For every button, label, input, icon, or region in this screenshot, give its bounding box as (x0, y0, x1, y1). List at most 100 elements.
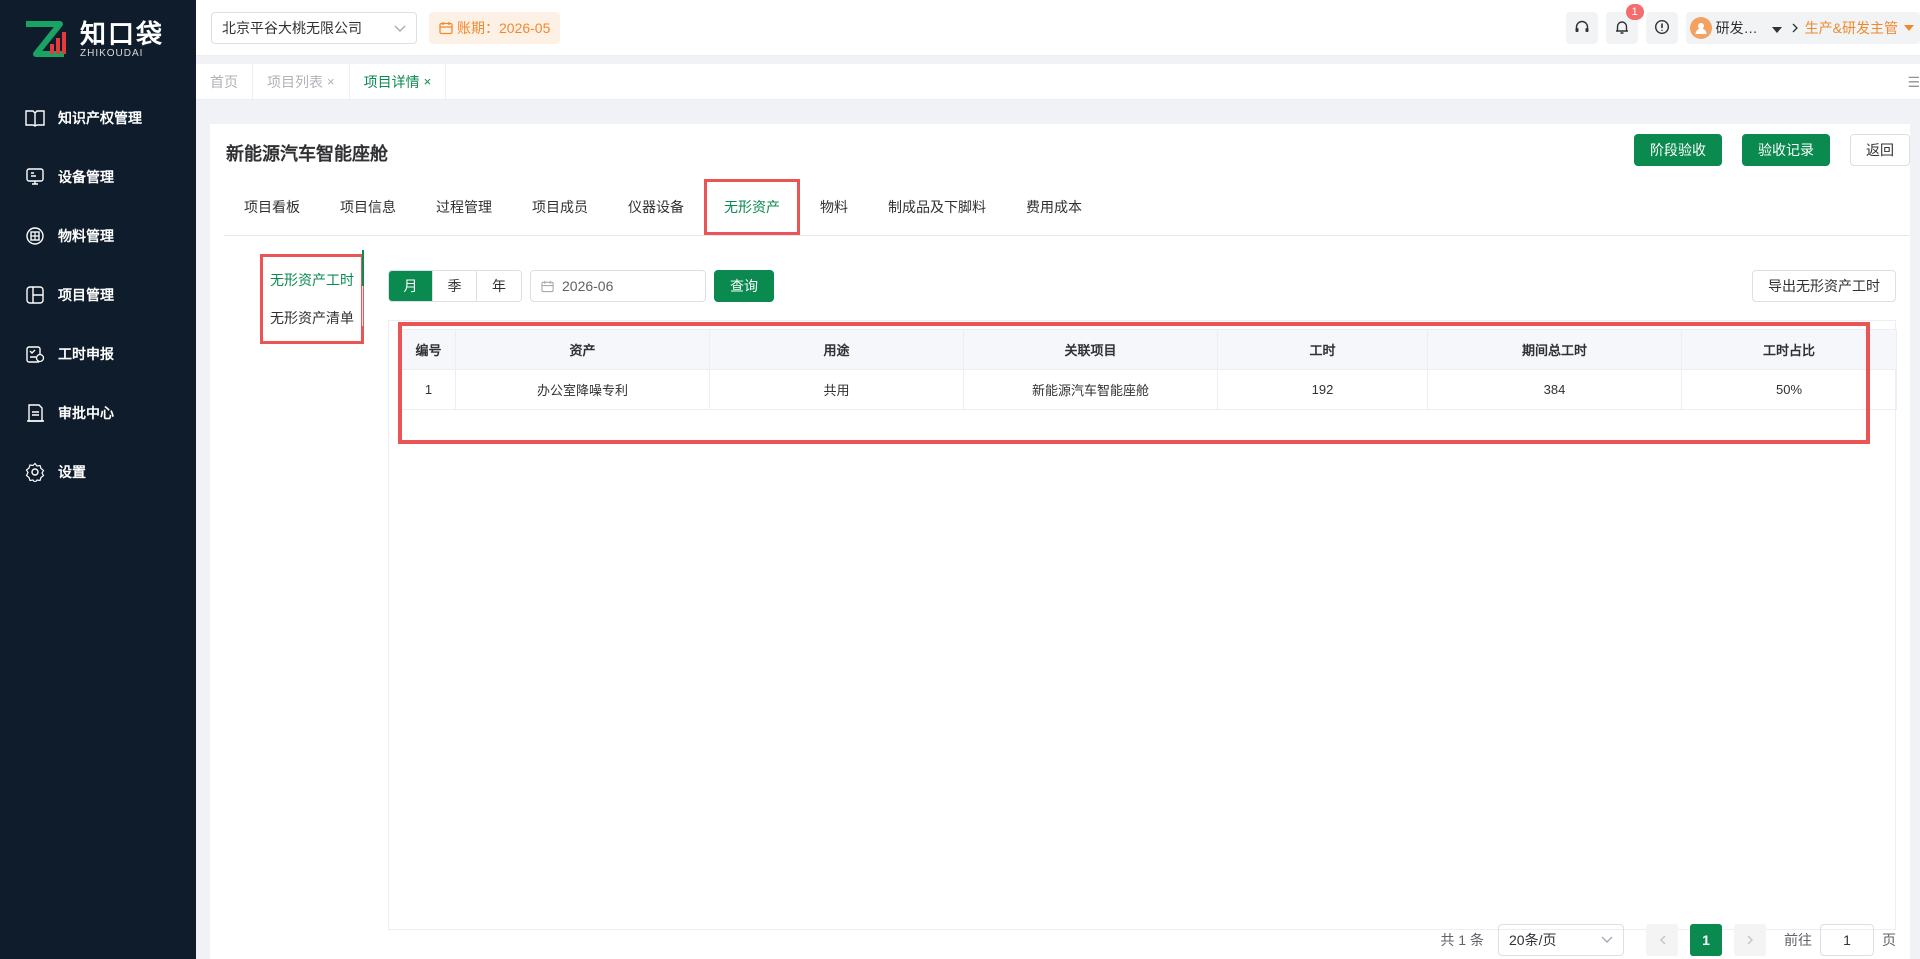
stage-accept-button[interactable]: 阶段验收 (1634, 134, 1722, 166)
page-number-button[interactable]: 1 (1690, 924, 1722, 956)
page-header: 新能源汽车智能座舱 阶段验收 验收记录 返回 (210, 124, 1910, 180)
notification-button[interactable]: 1 (1605, 4, 1644, 44)
sidebar-item-ip[interactable]: 知识产权管理 (0, 88, 196, 147)
caret-down-icon (1904, 25, 1914, 31)
table-cell: 办公室降噪专利 (455, 369, 710, 410)
tab-members[interactable]: 项目成员 (512, 179, 608, 235)
user-name: 研发… (1715, 20, 1758, 36)
approval-icon (24, 402, 46, 424)
calendar-icon (439, 22, 453, 35)
sidebar-item-label: 物料管理 (58, 227, 114, 244)
company-select[interactable]: 北京平谷大桃无限公司 (211, 12, 417, 44)
col-header: 工时 (1217, 329, 1428, 370)
table-cell: 384 (1427, 369, 1682, 410)
bell-icon (1614, 19, 1630, 38)
tab-project-list[interactable]: 项目列表 × (253, 64, 350, 99)
sidebar-item-label: 工时申报 (58, 345, 114, 362)
view-tabs: 首页 项目列表 × 项目详情 × ☰ (196, 64, 1920, 100)
user-menu[interactable]: 研发… 生产&研发主管 (1685, 12, 1920, 44)
close-icon[interactable]: × (424, 74, 432, 89)
export-button[interactable]: 导出无形资产工时 (1752, 270, 1896, 302)
col-header: 编号 (401, 329, 456, 370)
tab-cost[interactable]: 费用成本 (1006, 179, 1102, 235)
brand-name-en: ZHIKOUDAI (80, 47, 144, 59)
brand-name: 知口袋 (80, 18, 165, 49)
box-icon (24, 225, 46, 247)
tab-process[interactable]: 过程管理 (416, 179, 512, 235)
table-header-row: 编号 资产 用途 关联项目 工时 期间总工时 工时占比 (401, 329, 1897, 370)
chevron-down-icon (394, 20, 406, 36)
page-unit-label: 页 (1882, 932, 1896, 948)
tab-intangible-assets[interactable]: 无形资产 (704, 179, 800, 235)
logo: 知口袋 ZHIKOUDAI (0, 0, 196, 78)
table-cell: 新能源汽车智能座舱 (963, 369, 1218, 410)
col-header: 用途 (709, 329, 964, 370)
filter-bar: 月 季 年 2026-06 查询 (388, 270, 774, 302)
tab-project-detail[interactable]: 项目详情 × (350, 64, 447, 99)
next-page-button[interactable] (1734, 924, 1766, 956)
accept-record-button[interactable]: 验收记录 (1742, 134, 1830, 166)
main-tabs: 项目看板 项目信息 过程管理 项目成员 仪器设备 无形资产 物料 制成品及下脚料… (224, 179, 1910, 236)
table-cell: 192 (1217, 369, 1428, 410)
caret-down-icon (1771, 20, 1782, 36)
sidebar-item-device[interactable]: 设备管理 (0, 147, 196, 206)
page-size-value: 20条/页 (1509, 932, 1557, 948)
sidebar-item-settings[interactable]: 设置 (0, 442, 196, 501)
period-text: 账期：2026-05 (457, 20, 551, 36)
sidebar: 知口袋 ZHIKOUDAI 知识产权管理 设备管理 物料管理 项目管理 工时申报… (0, 0, 196, 959)
pagination-total: 共 1 条 (1440, 932, 1484, 948)
date-value: 2026-06 (562, 278, 614, 294)
sidebar-item-label: 审批中心 (58, 404, 114, 421)
subnav-asset-list[interactable]: 无形资产清单 (267, 299, 357, 337)
timesheet-icon (24, 343, 46, 365)
info-button[interactable] (1645, 12, 1678, 44)
calendar-icon (541, 280, 554, 292)
device-icon (24, 166, 46, 188)
pagination: 共 1 条 20条/页 1 前往 1 页 (1440, 924, 1896, 956)
tab-project-info[interactable]: 项目信息 (320, 179, 416, 235)
tab-home[interactable]: 首页 (196, 64, 253, 99)
book-icon (24, 107, 46, 129)
sidebar-item-approval[interactable]: 审批中心 (0, 383, 196, 442)
sidebar-nav: 知识产权管理 设备管理 物料管理 项目管理 工时申报 审批中心 设置 (0, 88, 196, 501)
main-panel: 项目看板 项目信息 过程管理 项目成员 仪器设备 无形资产 物料 制成品及下脚料… (210, 179, 1910, 959)
subnav-divider (362, 286, 363, 326)
tab-finished-goods[interactable]: 制成品及下脚料 (868, 179, 1006, 235)
sidebar-item-label: 知识产权管理 (58, 109, 142, 126)
col-header: 期间总工时 (1427, 329, 1682, 370)
query-button[interactable]: 查询 (714, 270, 774, 302)
period-year-button[interactable]: 年 (477, 271, 521, 301)
table-row: 1 办公室降噪专利 共用 新能源汽车智能座舱 192 384 50% (401, 369, 1897, 410)
goto-page-input[interactable]: 1 (1820, 924, 1874, 956)
notification-badge: 1 (1625, 4, 1644, 20)
period-quarter-button[interactable]: 季 (433, 271, 477, 301)
asset-hours-table: 编号 资产 用途 关联项目 工时 期间总工时 工时占比 1 办公室降噪专利 共用… (401, 329, 1897, 410)
subnav-active-indicator (362, 250, 364, 286)
back-button[interactable]: 返回 (1850, 134, 1910, 166)
tab-label: 项目详情 (363, 73, 420, 90)
logo-icon (24, 20, 70, 58)
col-header: 资产 (455, 329, 710, 370)
prev-page-button[interactable] (1646, 924, 1678, 956)
role-select[interactable]: 生产&研发主管 (1805, 18, 1914, 38)
page-size-select[interactable]: 20条/页 (1498, 924, 1624, 956)
col-header: 工时占比 (1681, 329, 1897, 370)
menu-icon[interactable]: ☰ (1907, 74, 1920, 91)
sidebar-item-timesheet[interactable]: 工时申报 (0, 324, 196, 383)
tab-instruments[interactable]: 仪器设备 (608, 179, 704, 235)
support-button[interactable] (1565, 12, 1598, 44)
sidebar-item-project[interactable]: 项目管理 (0, 265, 196, 324)
date-picker[interactable]: 2026-06 (530, 270, 706, 302)
subnav-asset-hours[interactable]: 无形资产工时 (267, 261, 357, 299)
info-icon (1654, 19, 1670, 38)
tab-project-board[interactable]: 项目看板 (224, 179, 320, 235)
period-badge: 账期：2026-05 (429, 12, 561, 44)
sidebar-item-material[interactable]: 物料管理 (0, 206, 196, 265)
chevron-down-icon (1601, 936, 1613, 943)
period-month-button[interactable]: 月 (389, 271, 433, 301)
gear-icon (24, 461, 46, 483)
close-icon[interactable]: × (327, 74, 335, 89)
goto-label: 前往 (1784, 932, 1812, 948)
tab-materials[interactable]: 物料 (800, 179, 868, 235)
role-text: 生产&研发主管 (1804, 20, 1898, 36)
